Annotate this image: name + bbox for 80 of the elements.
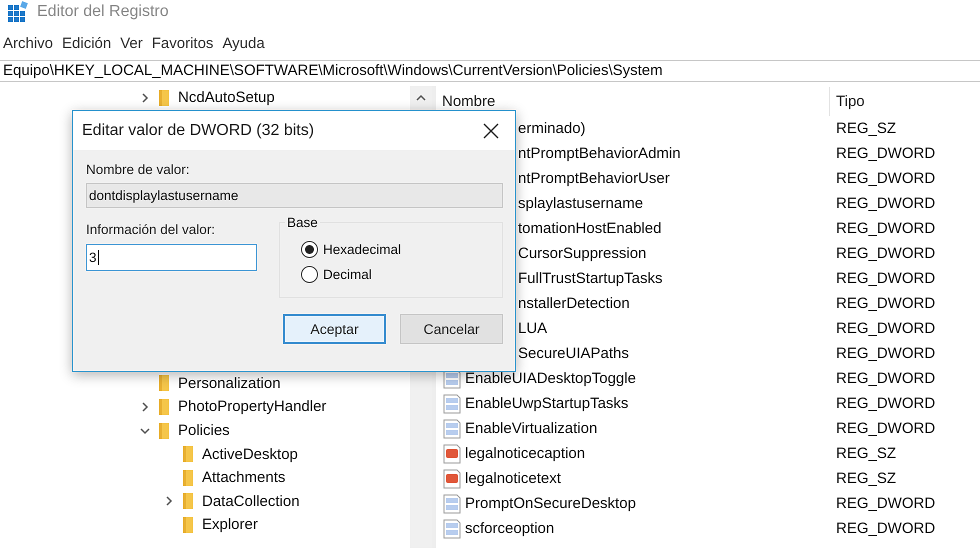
value-type: REG_DWORD <box>835 170 936 187</box>
value-data-field[interactable]: 3 <box>86 244 257 271</box>
tree-item[interactable]: Explorer <box>202 516 258 534</box>
binary-value-icon <box>442 518 462 538</box>
value-type: REG_DWORD <box>835 520 936 537</box>
value-type: REG_DWORD <box>835 495 936 512</box>
value-name[interactable]: splaylastusername <box>518 195 644 212</box>
value-name[interactable]: scforceoption <box>465 520 554 537</box>
value-name[interactable]: SecureUIAPaths <box>518 345 629 362</box>
radio-label[interactable]: Decimal <box>323 267 372 282</box>
tree-item[interactable]: NcdAutoSetup <box>178 89 275 106</box>
value-name[interactable]: PromptOnSecureDesktop <box>465 495 636 512</box>
value-type: REG_DWORD <box>835 420 936 437</box>
dialog-title: Editar valor de DWORD (32 bits) <box>82 122 314 140</box>
radio-label[interactable]: Hexadecimal <box>323 242 402 257</box>
menu-item[interactable]: Edición <box>62 35 112 57</box>
value-type: REG_DWORD <box>835 145 936 162</box>
folder-icon <box>181 468 195 487</box>
tree-item[interactable]: Policies <box>178 422 230 440</box>
binary-value-icon <box>442 418 462 438</box>
value-type: REG_SZ <box>835 120 896 137</box>
value-type: REG_DWORD <box>835 220 936 237</box>
tree-item[interactable]: PhotoPropertyHandler <box>178 398 326 416</box>
folder-icon <box>157 422 171 440</box>
tree-item[interactable]: Personalization <box>178 374 281 392</box>
folder-icon <box>181 445 195 464</box>
registry-icon <box>7 1 29 23</box>
cancel-button[interactable]: Cancelar <box>400 314 503 344</box>
menu-item[interactable]: Ayuda <box>222 35 265 57</box>
folder-icon <box>181 516 195 534</box>
value-name[interactable]: legalnoticetext <box>465 470 561 487</box>
value-type: REG_DWORD <box>835 320 936 337</box>
value-name-field[interactable]: dontdisplaylastusername <box>86 183 503 208</box>
string-value-icon <box>442 468 462 488</box>
value-name[interactable]: tomationHostEnabled <box>518 220 662 237</box>
value-type: REG_DWORD <box>835 345 936 362</box>
address-bar[interactable]: Equipo\HKEY_LOCAL_MACHINE\SOFTWARE\Microsoft\Windows\CurrentVersion\Policies\System <box>0 60 980 82</box>
value-name[interactable]: EnableVirtualization <box>465 420 598 437</box>
column-header[interactable]: Tipo <box>830 92 865 110</box>
field-label: Nombre de valor: <box>86 162 191 177</box>
string-value-icon <box>442 444 462 464</box>
value-name[interactable]: ntPromptBehaviorUser <box>518 170 670 187</box>
tree-item[interactable]: Attachments <box>202 469 286 486</box>
value-type: REG_SZ <box>835 445 896 462</box>
value-type: REG_DWORD <box>835 295 936 312</box>
ok-button[interactable]: Aceptar <box>283 314 386 344</box>
binary-value-icon <box>442 494 462 514</box>
value-name[interactable]: EnableUIADesktopToggle <box>465 370 636 387</box>
value-type: REG_DWORD <box>835 395 936 412</box>
menu-item[interactable]: Favoritos <box>152 35 214 57</box>
value-type: REG_DWORD <box>835 195 936 212</box>
value-name[interactable]: ntPromptBehaviorAdmin <box>518 145 681 162</box>
folder-icon <box>181 492 195 510</box>
scroll-up-icon[interactable] <box>416 94 426 101</box>
value-name[interactable]: FullTrustStartupTasks <box>518 270 662 287</box>
value-name[interactable]: legalnoticecaption <box>465 445 586 462</box>
value-name[interactable]: LUA <box>518 320 548 337</box>
value-name[interactable]: erminado) <box>518 120 586 137</box>
folder-icon <box>157 398 171 416</box>
folder-icon <box>157 88 171 107</box>
value-name[interactable]: EnableUwpStartupTasks <box>465 395 628 412</box>
window-title: Editor del Registro <box>37 3 169 21</box>
expander-icon[interactable] <box>140 426 152 436</box>
folder-icon <box>157 374 171 392</box>
value-type: REG_DWORD <box>835 270 936 287</box>
value-name[interactable]: CursorSuppression <box>518 245 646 262</box>
menu-item[interactable]: Archivo <box>3 35 54 57</box>
menu-item[interactable]: Ver <box>120 35 143 57</box>
group-label: Base <box>285 215 320 230</box>
close-icon[interactable] <box>483 122 499 138</box>
value-name[interactable]: nstallerDetection <box>518 295 630 312</box>
field-label: Información del valor: <box>86 222 216 237</box>
value-type: REG_SZ <box>835 470 896 487</box>
binary-value-icon <box>442 394 462 414</box>
tree-item[interactable]: ActiveDesktop <box>202 446 298 463</box>
value-type: REG_DWORD <box>835 370 936 387</box>
radio-button[interactable] <box>301 241 318 258</box>
value-type: REG_DWORD <box>835 245 936 262</box>
radio-button[interactable] <box>301 266 318 283</box>
tree-item[interactable]: DataCollection <box>202 492 300 510</box>
